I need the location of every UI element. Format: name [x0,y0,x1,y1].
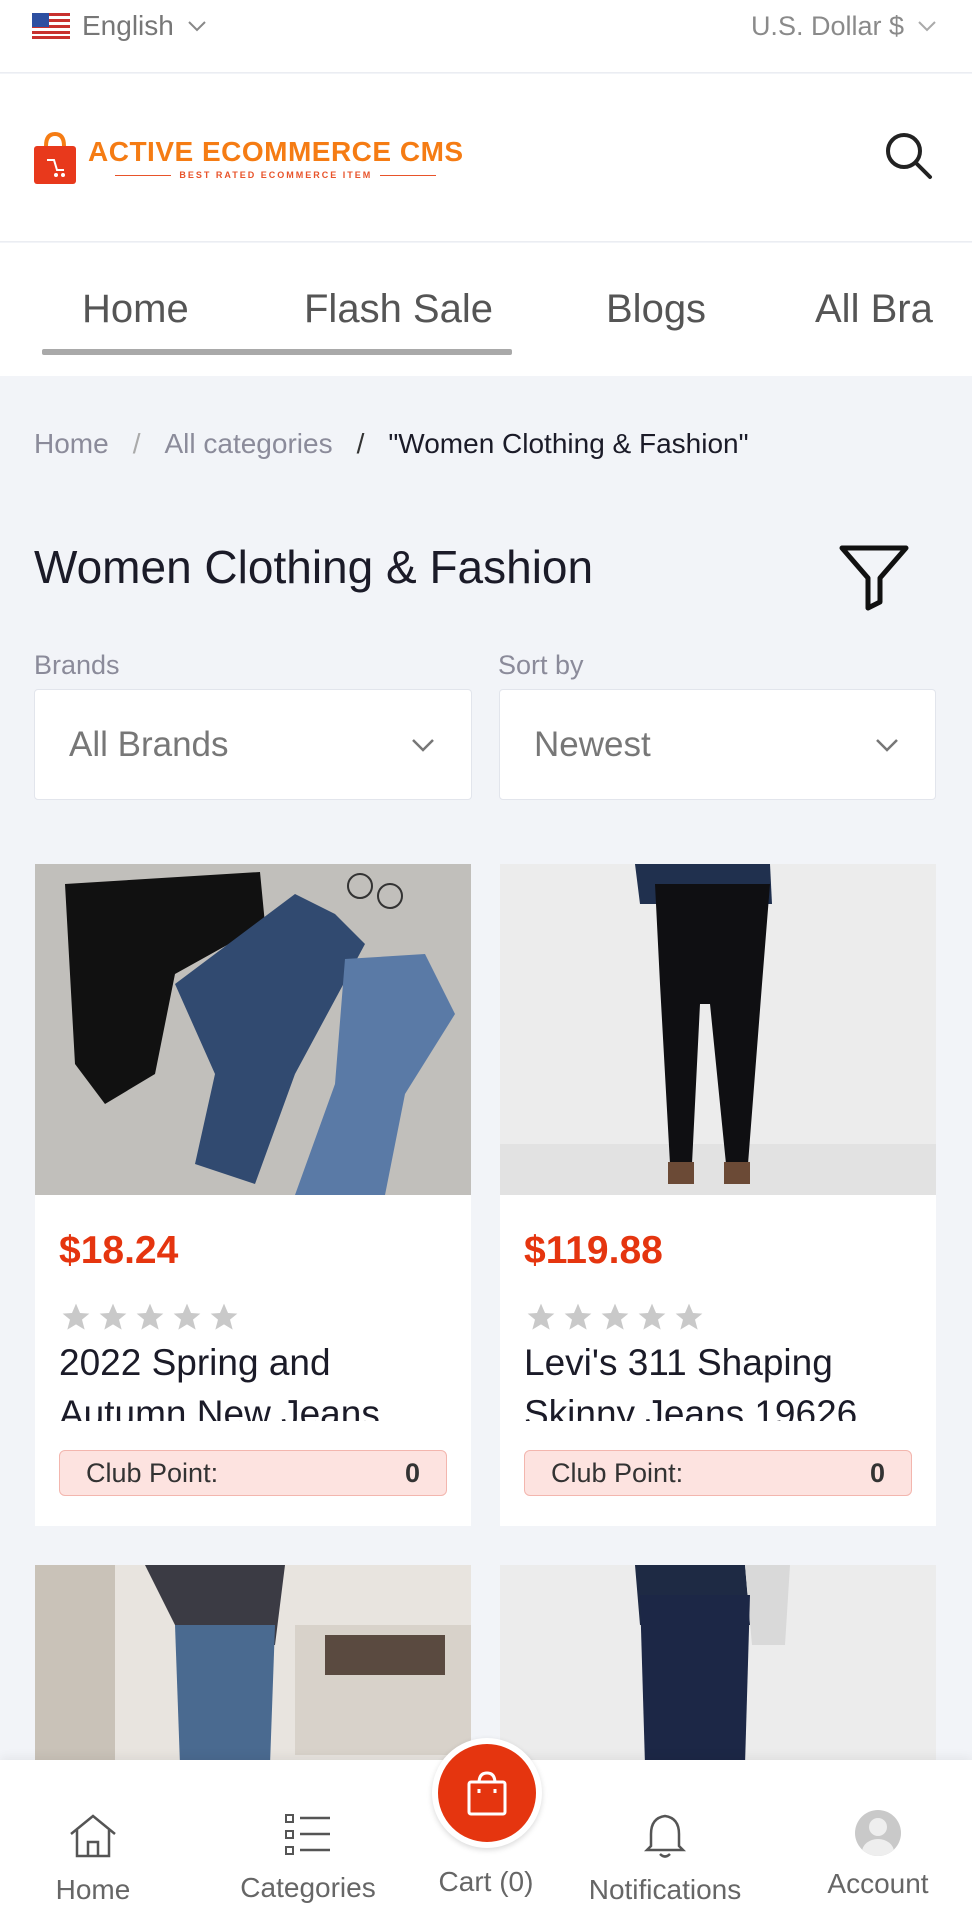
bottom-nav-account-label: Account [827,1868,929,1899]
nav-blogs[interactable]: Blogs [606,287,706,332]
star-icon [62,1303,90,1330]
page-title: Women Clothing & Fashion [34,541,594,593]
product-name[interactable]: Levi's 311 Shaping Skinny Jeans 19626 [524,1337,914,1421]
nav-home[interactable]: Home [82,287,189,332]
home-icon [70,1814,116,1858]
bottom-nav-categories-label: Categories [240,1872,376,1903]
star-icon [601,1303,629,1330]
bell-icon [643,1814,687,1858]
bottom-nav-notifications[interactable]: Notifications [572,1760,758,1920]
us-flag-icon [32,13,70,39]
breadcrumb: Home / All categories / "Women Clothing … [34,428,749,460]
chevron-down-icon [188,21,206,32]
currency-label: U.S. Dollar $ [750,10,904,41]
language-label: English [82,10,174,41]
product-image[interactable] [35,864,471,1195]
star-icon [173,1303,201,1330]
star-rating [524,1301,706,1333]
breadcrumb-separator: / [132,428,141,459]
club-point-value: 0 [404,1457,420,1488]
star-icon [99,1303,127,1330]
club-point-value: 0 [869,1457,885,1488]
club-point-badge: Club Point: 0 [59,1450,447,1496]
brands-label: Brands [34,650,120,680]
cart-button[interactable] [432,1738,542,1848]
star-icon [675,1303,703,1330]
club-point-badge: Club Point: 0 [524,1450,912,1496]
sort-select-value: Newest [534,724,651,764]
product-card[interactable] [35,1565,471,1760]
breadcrumb-separator: / [356,428,365,459]
product-card[interactable]: $119.88 Levi's 311 Shaping Skinny Jeans … [500,864,936,1526]
main-nav: Home Flash Sale Blogs All Bra [0,243,972,376]
product-card[interactable] [500,1565,936,1760]
brands-select-value: All Brands [69,724,229,764]
top-bar: English U.S. Dollar $ [0,0,972,73]
logo-tagline-text: BEST RATED ECOMMERCE ITEM [179,170,373,180]
star-icon [638,1303,666,1330]
language-selector[interactable]: English [32,10,208,42]
filter-icon[interactable] [836,538,912,614]
bottom-nav-home[interactable]: Home [40,1760,146,1920]
sort-select[interactable]: Newest [499,689,936,800]
club-point-label: Club Point: [86,1457,219,1488]
breadcrumb-all-categories[interactable]: All categories [164,428,332,460]
logo-tagline: BEST RATED ECOMMERCE ITEM [115,170,437,180]
star-icon [527,1303,555,1330]
site-logo[interactable]: ACTIVE ECOMMERCE CMS BEST RATED ECOMMERC… [32,130,464,186]
product-price: $119.88 [524,1229,663,1272]
breadcrumb-home[interactable]: Home [34,428,109,460]
star-icon [136,1303,164,1330]
bottom-nav-home-label: Home [55,1874,131,1905]
currency-selector[interactable]: U.S. Dollar $ [751,10,938,42]
product-image[interactable] [500,1565,936,1760]
nav-all-brands[interactable]: All Bra [815,287,933,332]
chevron-down-icon [876,738,898,752]
star-rating [59,1301,241,1333]
product-info: $18.24 2022 Spring and Autumn New Jeans … [35,1195,471,1526]
list-icon [285,1814,330,1855]
bottom-nav-notifications-label: Notifications [588,1874,742,1905]
shopping-bag-icon [467,1771,507,1816]
product-image[interactable] [35,1565,471,1760]
chevron-down-icon [918,21,936,32]
sort-label: Sort by [498,650,584,680]
nav-flash-sale[interactable]: Flash Sale [304,287,493,332]
nav-scroll-indicator [42,349,512,355]
brands-select[interactable]: All Brands [34,689,472,800]
site-header: ACTIVE ECOMMERCE CMS BEST RATED ECOMMERC… [0,74,972,242]
shopping-bag-logo-icon [34,131,76,184]
bottom-nav-categories[interactable]: Categories [228,1760,388,1920]
product-price: $18.24 [59,1229,179,1272]
product-info: $119.88 Levi's 311 Shaping Skinny Jeans … [500,1195,936,1526]
product-image[interactable] [500,864,936,1195]
product-name[interactable]: 2022 Spring and Autumn New Jeans [59,1337,449,1421]
star-icon [210,1303,238,1330]
club-point-label: Club Point: [551,1457,684,1488]
bottom-nav-account[interactable]: Account [818,1760,938,1920]
chevron-down-icon [412,738,434,752]
bottom-nav-cart-label: Cart (0) [438,1866,534,1897]
logo-title: ACTIVE ECOMMERCE CMS [88,136,464,167]
breadcrumb-current: "Women Clothing & Fashion" [388,428,749,459]
product-card[interactable]: $18.24 2022 Spring and Autumn New Jeans … [35,864,471,1526]
search-icon[interactable] [880,127,936,183]
avatar [855,1810,901,1856]
star-icon [564,1303,592,1330]
